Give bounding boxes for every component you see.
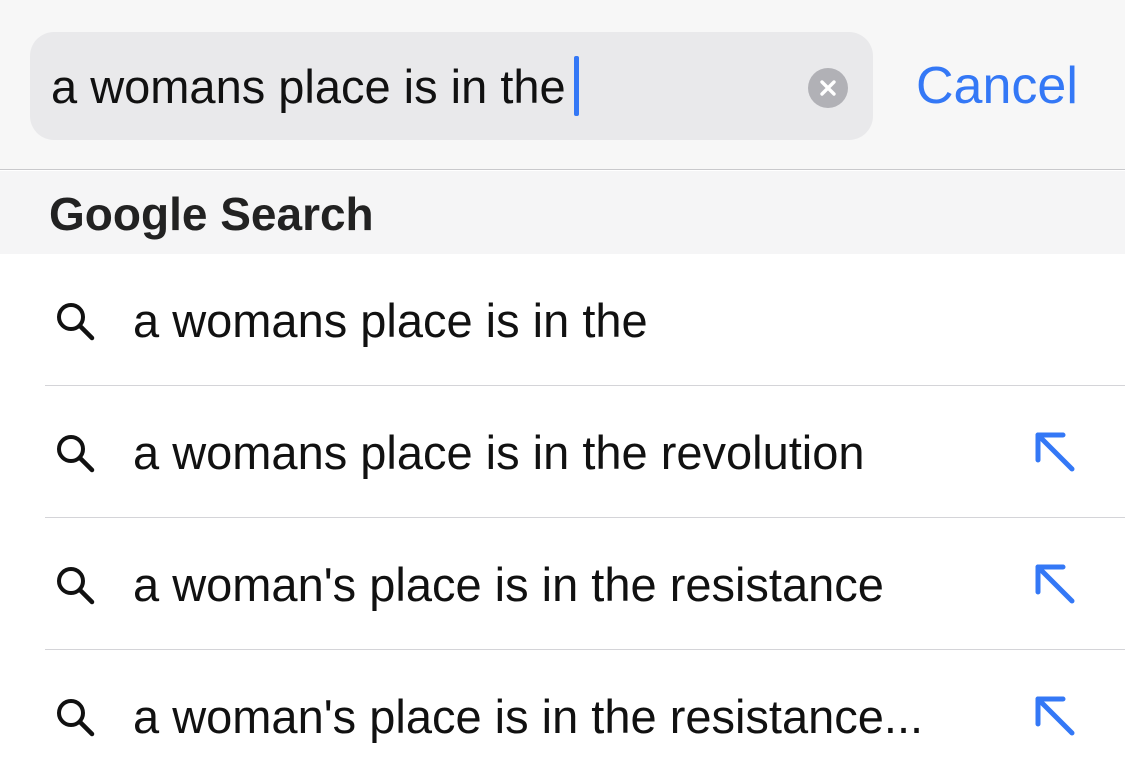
suggestion-row[interactable]: a woman's place is in the resistance...: [0, 650, 1125, 782]
section-title: Google Search: [49, 188, 374, 240]
search-bar: a womans place is in the Cancel: [0, 0, 1125, 170]
suggestion-row[interactable]: a woman's place is in the resistance: [0, 518, 1125, 650]
search-input-value: a womans place is in the: [51, 59, 566, 113]
arrow-up-left-icon[interactable]: [1030, 427, 1080, 477]
section-header: Google Search: [0, 171, 1125, 254]
suggestion-label: a womans place is in the revolution: [133, 425, 865, 479]
search-field[interactable]: a womans place is in the: [30, 32, 873, 140]
search-input[interactable]: a womans place is in the: [51, 32, 579, 140]
suggestion-label: a woman's place is in the resistance: [133, 557, 884, 611]
search-icon: [57, 435, 95, 473]
clear-text-button[interactable]: [808, 68, 848, 108]
cancel-button[interactable]: Cancel: [916, 32, 1078, 140]
suggestion-list: a womans place is in the a womans place …: [0, 254, 1125, 782]
suggestion-row[interactable]: a womans place is in the revolution: [0, 386, 1125, 518]
search-icon: [57, 567, 95, 605]
suggestion-label: a womans place is in the: [133, 293, 648, 347]
suggestion-row[interactable]: a womans place is in the: [0, 254, 1125, 386]
suggestion-label: a woman's place is in the resistance...: [133, 689, 924, 743]
arrow-up-left-icon[interactable]: [1030, 691, 1080, 741]
search-icon: [57, 699, 95, 737]
text-caret: [573, 56, 579, 116]
search-icon: [57, 303, 95, 341]
arrow-up-left-icon[interactable]: [1030, 559, 1080, 609]
clear-icon: [820, 80, 836, 96]
